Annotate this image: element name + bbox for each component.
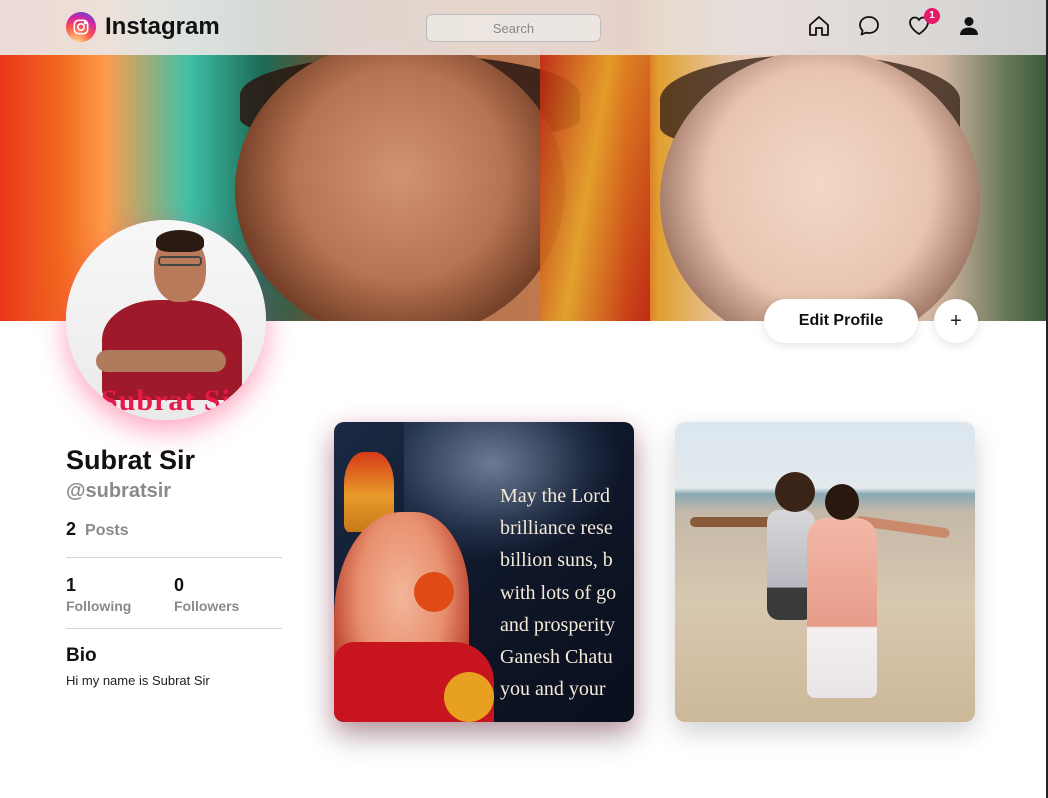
- brand-name: Instagram: [105, 13, 220, 40]
- followers-stat[interactable]: 0 Followers: [174, 575, 239, 614]
- posts-count: 2 Posts: [66, 519, 129, 540]
- post-thumbnail-ganesh[interactable]: May the Lord brilliance rese billion sun…: [334, 422, 634, 722]
- user-icon[interactable]: [956, 13, 982, 39]
- post-quote-text: May the Lord brilliance rese billion sun…: [500, 480, 634, 705]
- posts-count-value: 2: [66, 519, 77, 539]
- post-thumbnail-beach[interactable]: [675, 422, 975, 722]
- avatar-caption: Subrat Si: [101, 384, 231, 417]
- notification-badge: 1: [924, 8, 940, 24]
- quote-line: May the Lord: [500, 485, 610, 507]
- bio-title: Bio: [66, 645, 97, 666]
- quote-line: Ganesh Chatu: [500, 646, 613, 669]
- edit-profile-button[interactable]: Edit Profile: [764, 299, 918, 343]
- search-input[interactable]: [426, 14, 601, 42]
- top-navbar: Instagram 1: [0, 0, 1046, 55]
- following-count: 1: [66, 575, 77, 595]
- following-label: Following: [66, 598, 132, 614]
- followers-count: 0: [174, 575, 185, 595]
- followers-label: Followers: [174, 598, 240, 614]
- profile-handle: @subratsir: [66, 480, 172, 502]
- profile-page: Instagram 1 Subrat Si Edit Prof: [0, 0, 1048, 798]
- add-button[interactable]: +: [934, 299, 978, 343]
- divider: [66, 628, 282, 629]
- quote-line: you and your: [500, 678, 606, 701]
- posts-count-label: Posts: [85, 522, 129, 539]
- chat-icon[interactable]: [856, 13, 882, 39]
- heart-icon[interactable]: 1: [906, 8, 940, 39]
- following-stat[interactable]: 1 Following: [66, 575, 131, 614]
- profile-name: Subrat Sir: [66, 445, 196, 475]
- bio-text: Hi my name is Subrat Sir: [66, 673, 210, 688]
- quote-line: brilliance rese: [500, 517, 613, 540]
- quote-line: with lots of go: [500, 581, 617, 604]
- divider: [66, 557, 282, 558]
- quote-line: billion suns, b: [500, 549, 613, 572]
- brand[interactable]: Instagram: [66, 12, 220, 42]
- nav-icons: 1: [806, 8, 982, 39]
- quote-line: and prosperity: [500, 613, 615, 636]
- home-icon[interactable]: [806, 13, 832, 39]
- avatar[interactable]: Subrat Si: [66, 220, 266, 420]
- instagram-logo-icon: [66, 12, 96, 42]
